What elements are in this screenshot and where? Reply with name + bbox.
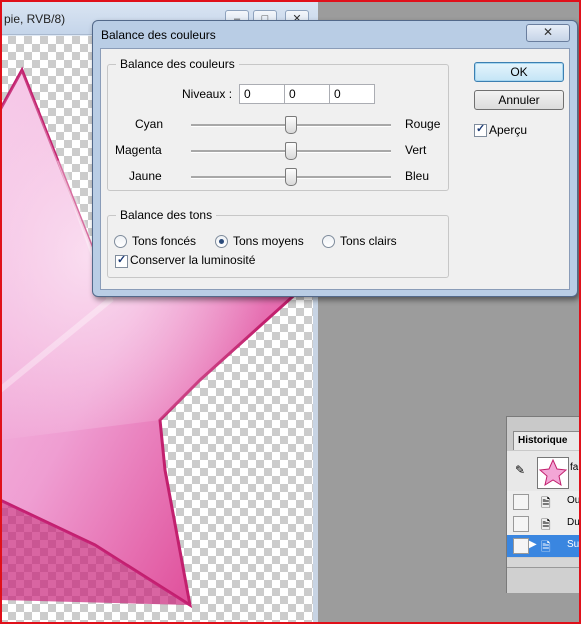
levels-label: Niveaux :	[182, 87, 233, 101]
history-item-selected[interactable]: ▶ 🗎 Su	[507, 535, 581, 558]
color-balance-dialog: Balance des couleurs ✕ Balance des coule…	[92, 20, 578, 297]
radio-midtones-circle[interactable]	[215, 235, 228, 248]
dialog-close-button[interactable]: ✕	[526, 24, 570, 42]
star-thumbnail-icon	[538, 458, 568, 487]
radio-shadows-label[interactable]: Tons foncés	[132, 234, 196, 248]
history-item-label: Su	[567, 539, 580, 550]
preview-label[interactable]: Aperçu	[489, 123, 527, 137]
cancel-button[interactable]: Annuler	[474, 90, 564, 110]
history-source-box[interactable]	[513, 538, 529, 554]
green-label: Vert	[405, 143, 427, 157]
history-source-box[interactable]	[513, 494, 529, 510]
history-panel: Historique ✎ fa 🗎 Ou 🗎 Du ▶ 🗎 Su	[506, 416, 581, 593]
history-source-box[interactable]	[513, 516, 529, 532]
history-item[interactable]: 🗎 Ou	[507, 491, 581, 514]
cyan-red-slider-row: Cyan Rouge	[101, 115, 446, 135]
yellow-blue-slider-thumb[interactable]	[285, 168, 297, 186]
radio-midtones-label[interactable]: Tons moyens	[233, 234, 304, 248]
cyan-red-slider-thumb[interactable]	[285, 116, 297, 134]
history-footer	[507, 567, 581, 593]
history-brush-icon[interactable]: ✎	[515, 463, 525, 477]
yellow-blue-slider-row: Jaune Bleu	[101, 167, 446, 187]
radio-highlights-circle[interactable]	[322, 235, 335, 248]
magenta-green-slider-row: Magenta Vert	[101, 141, 446, 161]
ok-button[interactable]: OK	[474, 62, 564, 82]
tone-balance-legend: Balance des tons	[120, 208, 213, 222]
levels-input-1[interactable]: 0	[239, 84, 285, 104]
snapshot-thumbnail	[537, 457, 569, 489]
document-title: pie, RVB/8)	[4, 12, 66, 26]
blue-label: Bleu	[405, 169, 430, 183]
radio-highlights-label[interactable]: Tons clairs	[340, 234, 397, 248]
magenta-green-slider-thumb[interactable]	[285, 142, 297, 160]
red-label: Rouge	[405, 117, 441, 131]
tab-history[interactable]: Historique	[513, 431, 581, 450]
cyan-label: Cyan	[135, 117, 164, 131]
document-icon: 🗎	[541, 496, 551, 510]
radio-shadows-circle[interactable]	[114, 235, 127, 248]
history-state-arrow-icon: ▶	[529, 539, 537, 550]
dialog-client-area: Balance des couleurs Niveaux : 0 0 0 Cya…	[100, 48, 570, 290]
yellow-label: Jaune	[129, 169, 162, 183]
document-icon: 🗎	[541, 540, 551, 554]
dialog-title: Balance des couleurs	[101, 28, 216, 42]
levels-input-3[interactable]: 0	[329, 84, 375, 104]
magenta-label: Magenta	[115, 143, 162, 157]
preserve-luminosity-checkbox[interactable]	[115, 253, 128, 268]
history-tabrow: Historique	[507, 417, 581, 451]
history-item[interactable]: 🗎 Du	[507, 513, 581, 536]
preview-checkbox[interactable]	[474, 122, 487, 137]
preserve-luminosity-label[interactable]: Conserver la luminosité	[130, 253, 255, 267]
history-item-label: Ou	[567, 495, 581, 506]
color-balance-legend: Balance des couleurs	[120, 57, 235, 71]
document-icon: 🗎	[541, 518, 551, 532]
snapshot-label: fa	[570, 462, 579, 473]
history-item-label: Du	[567, 517, 580, 528]
levels-input-2[interactable]: 0	[284, 84, 330, 104]
